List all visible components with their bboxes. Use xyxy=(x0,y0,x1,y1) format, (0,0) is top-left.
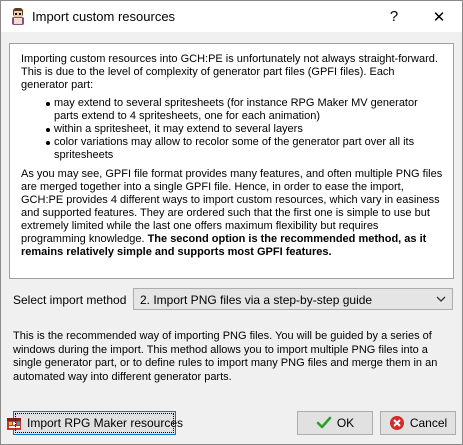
checkmark-icon xyxy=(316,416,332,429)
ok-button[interactable]: OK xyxy=(297,411,373,435)
title-bar[interactable]: Import custom resources ? ✕ xyxy=(1,1,462,32)
import-method-select[interactable]: 2. Import PNG files via a step-by-step g… xyxy=(133,288,453,310)
method-description: This is the recommended way of importing… xyxy=(13,330,438,383)
import-dialog: Import custom resources ? ✕ Importing cu… xyxy=(0,0,463,445)
import-method-label: Select import method xyxy=(13,293,127,307)
window-title: Import custom resources xyxy=(32,9,176,24)
app-character-icon xyxy=(12,8,24,25)
info-panel: Importing custom resources into GCH:PE i… xyxy=(9,43,454,279)
list-item: may extend to several spritesheets (for … xyxy=(46,97,443,123)
help-button[interactable]: ? xyxy=(372,1,416,32)
import-rpg-maker-label: Import RPG Maker resources xyxy=(26,416,184,430)
cancel-label: Cancel xyxy=(409,416,448,430)
import-method-value: 2. Import PNG files via a step-by-step g… xyxy=(140,293,373,307)
info-outro: As you may see, GPFI file format provide… xyxy=(21,168,443,259)
cancel-x-icon xyxy=(389,416,404,430)
feature-list: may extend to several spritesheets (for … xyxy=(21,97,443,162)
list-item: color variations may allow to recolor so… xyxy=(46,136,443,162)
import-rpg-maker-button[interactable]: Import RPG Maker resources xyxy=(6,411,183,435)
close-button[interactable]: ✕ xyxy=(417,1,461,32)
cancel-button[interactable]: Cancel xyxy=(380,411,456,435)
ok-label: OK xyxy=(336,416,355,430)
chevron-down-icon xyxy=(436,296,446,302)
list-item: within a spritesheet, it may extend to s… xyxy=(46,123,443,136)
info-intro: Importing custom resources into GCH:PE i… xyxy=(21,53,438,91)
